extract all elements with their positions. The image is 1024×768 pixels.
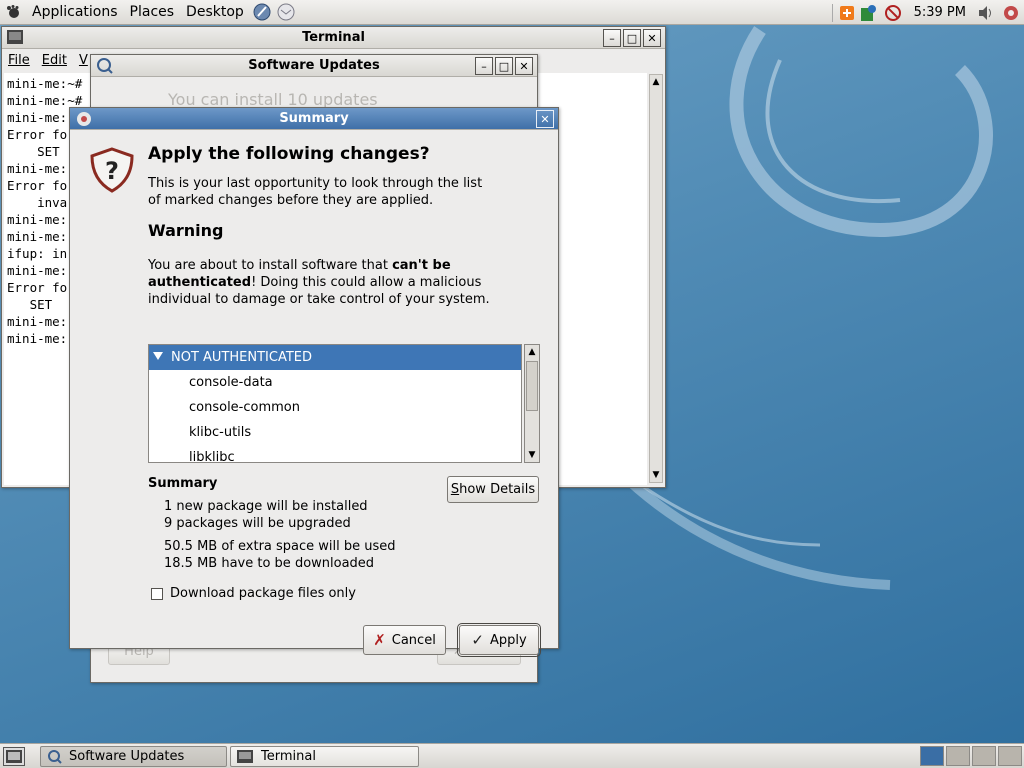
download-only-checkbox-row[interactable]: Download package files only	[151, 586, 356, 601]
download-only-checkbox[interactable]	[151, 587, 163, 600]
update-notifier-icon[interactable]	[838, 5, 856, 20]
disk-space-summary: 50.5 MB of extra space will be used	[164, 539, 396, 554]
package-list-scrollbar[interactable]: ▲ ▼	[524, 344, 540, 463]
workspace-4[interactable]	[998, 746, 1022, 766]
list-header-not-authenticated[interactable]: NOT AUTHENTICATED	[149, 345, 521, 370]
summary-titlebar[interactable]: Summary ✕	[70, 108, 558, 130]
terminal-close-button[interactable]: ✕	[643, 29, 661, 47]
summary-close-button[interactable]: ✕	[536, 110, 554, 128]
logout-icon[interactable]	[998, 4, 1024, 22]
package-row[interactable]: klibc-utils	[149, 420, 521, 445]
unauthenticated-package-list[interactable]: NOT AUTHENTICATED console-data console-c…	[148, 344, 522, 463]
scroll-down-arrow-icon[interactable]: ▼	[525, 448, 539, 462]
web-browser-launcher-icon[interactable]	[250, 2, 274, 22]
expander-triangle-icon[interactable]	[153, 352, 163, 360]
software-update-icon	[47, 749, 63, 765]
top-panel: Applications Places Desktop 5:39 PM	[0, 0, 1024, 25]
network-disconnected-icon[interactable]	[880, 3, 906, 23]
terminal-menu-file[interactable]: File	[2, 53, 36, 68]
terminal-titlebar[interactable]: Terminal – □ ✕	[2, 27, 665, 49]
cancel-button[interactable]: ✗ Cancel	[363, 625, 446, 655]
dialog-heading: Apply the following changes?	[148, 144, 430, 164]
dialog-intro: This is your last opportunity to look th…	[148, 176, 483, 208]
summary-lines: 1 new package will be installed 9 packag…	[164, 498, 368, 532]
package-row[interactable]: libklibc	[149, 445, 521, 462]
scroll-down-arrow-icon[interactable]: ▼	[650, 468, 662, 482]
space-lines: 50.5 MB of extra space will be used 18.5…	[164, 538, 396, 572]
svg-text:?: ?	[105, 157, 119, 185]
panel-clock[interactable]: 5:39 PM	[906, 5, 974, 20]
workspace-1[interactable]	[920, 746, 944, 766]
software-updates-title: Software Updates	[248, 58, 380, 73]
scroll-up-arrow-icon[interactable]: ▲	[650, 75, 662, 89]
updates-close-window-button[interactable]: ✕	[515, 57, 533, 75]
workspace-3[interactable]	[972, 746, 996, 766]
gnome-foot-icon[interactable]	[0, 4, 26, 20]
new-packages-summary: 1 new package will be installed	[164, 499, 368, 514]
upgraded-packages-summary: 9 packages will be upgraded	[164, 516, 351, 531]
updates-minimize-button[interactable]: –	[475, 57, 493, 75]
terminal-maximize-button[interactable]: □	[623, 29, 641, 47]
terminal-scrollbar[interactable]: ▲ ▼	[649, 74, 663, 483]
download-size-summary: 18.5 MB have to be downloaded	[164, 556, 375, 571]
taskbar-software-updates[interactable]: Software Updates	[40, 746, 227, 767]
terminal-menu-edit[interactable]: Edit	[36, 53, 73, 68]
applications-menu[interactable]: Applications	[26, 0, 124, 25]
taskbar-terminal[interactable]: Terminal	[230, 746, 419, 767]
summary-dialog: Summary ✕ ? Apply the following changes?…	[69, 107, 559, 657]
cancel-x-icon: ✗	[373, 631, 386, 649]
volume-icon[interactable]	[974, 5, 998, 21]
terminal-title: Terminal	[302, 30, 365, 45]
package-row[interactable]: console-data	[149, 370, 521, 395]
mail-launcher-icon[interactable]	[274, 2, 298, 22]
workspace-switcher[interactable]	[920, 746, 1022, 766]
apply-button[interactable]: ✓ Apply	[457, 623, 541, 657]
workspace-2[interactable]	[946, 746, 970, 766]
summary-dialog-body: ? Apply the following changes? This is y…	[70, 131, 558, 657]
package-row[interactable]: console-common	[149, 395, 521, 420]
desktop-menu[interactable]: Desktop	[180, 0, 250, 25]
bottom-panel: Software Updates Terminal	[0, 743, 1024, 768]
scrollbar-thumb[interactable]	[526, 361, 538, 411]
question-shield-icon: ?	[90, 147, 134, 193]
summary-title: Summary	[279, 111, 349, 126]
warning-text: You are about to install software that c…	[148, 258, 490, 307]
show-desktop-icon[interactable]	[3, 747, 25, 766]
summary-heading: Summary	[148, 476, 218, 491]
software-updates-titlebar[interactable]: Software Updates – □ ✕	[91, 55, 537, 77]
updates-maximize-button[interactable]: □	[495, 57, 513, 75]
places-menu[interactable]: Places	[124, 0, 181, 25]
scroll-up-arrow-icon[interactable]: ▲	[525, 345, 539, 359]
apply-check-icon: ✓	[471, 631, 484, 649]
show-details-button[interactable]: Show Details	[447, 476, 539, 503]
warning-heading: Warning	[148, 221, 224, 240]
download-only-label: Download package files only	[170, 586, 356, 601]
terminal-minimize-button[interactable]: –	[603, 29, 621, 47]
package-manager-icon[interactable]	[856, 3, 880, 23]
terminal-icon	[237, 750, 253, 763]
